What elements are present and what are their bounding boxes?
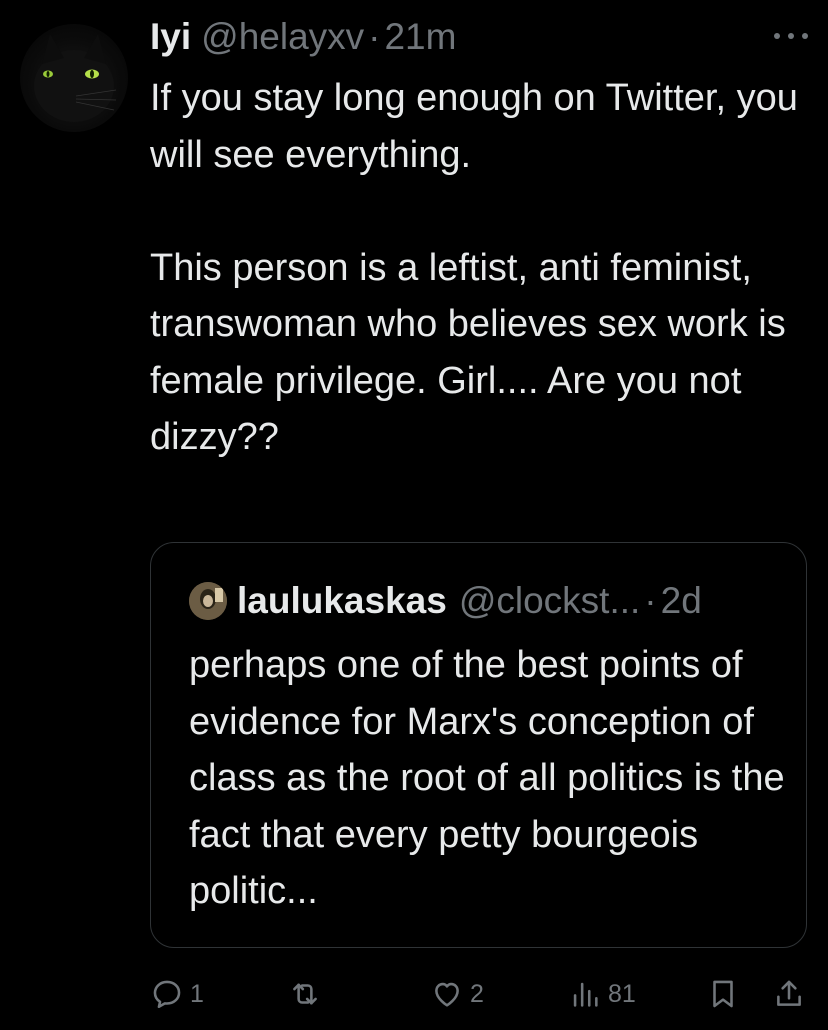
quoted-author-name: laulukaskas <box>237 580 447 621</box>
tweet-text: If you stay long enough on Twitter, you … <box>150 77 798 458</box>
quoted-tweet-text: perhaps one of the best points of eviden… <box>189 644 785 912</box>
author-handle[interactable]: @helayxv <box>201 16 364 58</box>
like-count: 2 <box>470 979 484 1008</box>
separator-dot: · <box>644 580 657 621</box>
bookmark-button[interactable] <box>706 972 740 1016</box>
reply-count: 1 <box>190 979 204 1008</box>
quoted-tweet[interactable]: laulukaskas @clockst... · 2d perhaps one… <box>150 542 807 948</box>
views-chart-icon <box>573 982 598 1007</box>
tweet-header: Iyi @helayxv · 21m <box>150 16 808 62</box>
views-button[interactable]: 81 <box>568 972 636 1016</box>
quoted-tweet-time: 2d <box>660 580 702 621</box>
quoted-tweet-header: laulukaskas @clockst... · 2d <box>189 577 782 625</box>
separator-dot: · <box>368 16 381 57</box>
retweet-icon <box>293 983 317 1005</box>
share-icon <box>777 980 801 1006</box>
tweet-time[interactable]: 21m <box>384 16 456 58</box>
more-options-icon[interactable] <box>774 30 808 42</box>
quoted-author-avatar <box>189 582 227 620</box>
bookmark-icon <box>713 980 733 1008</box>
retweet-button[interactable] <box>288 972 328 1016</box>
quoted-author-handle: @clockst... <box>458 580 641 621</box>
views-count: 81 <box>608 979 636 1008</box>
black-cat-image <box>34 34 117 122</box>
action-bar: 1 2 81 <box>150 972 810 1016</box>
tweet-avatar[interactable] <box>20 24 128 132</box>
reply-button[interactable]: 1 <box>150 972 204 1016</box>
reply-icon <box>153 980 181 1009</box>
heart-icon <box>435 982 459 1007</box>
share-button[interactable] <box>772 972 806 1016</box>
like-button[interactable]: 2 <box>430 972 484 1016</box>
author-name[interactable]: Iyi <box>150 16 191 58</box>
